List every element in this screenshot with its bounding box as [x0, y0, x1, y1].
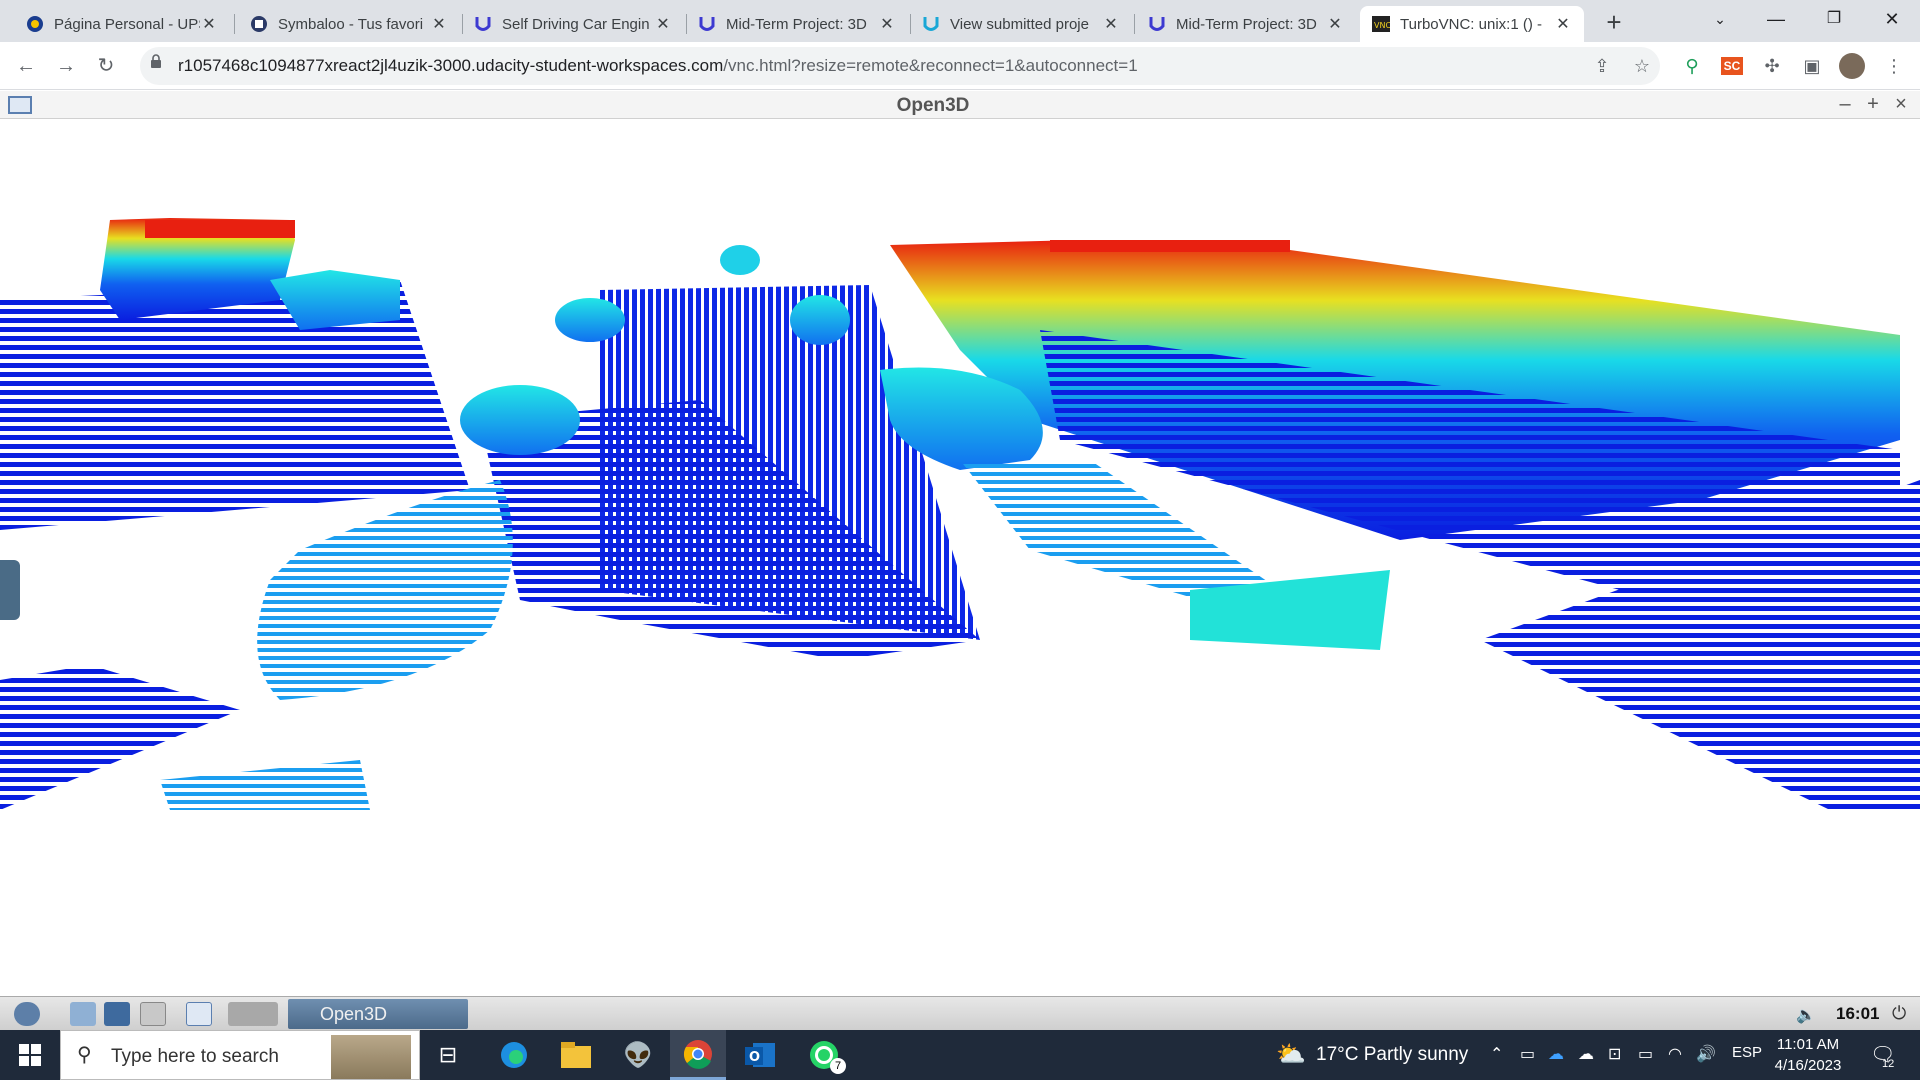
- close-window-button[interactable]: ✕: [1864, 0, 1920, 38]
- tab-self-driving[interactable]: Self Driving Car Engin ✕: [462, 6, 684, 42]
- open3d-titlebar: Open3D – + ×: [0, 91, 1920, 119]
- tab-title: Página Personal - UPS: [54, 15, 200, 33]
- language-indicator[interactable]: ESP: [1732, 1044, 1762, 1061]
- tab-symbaloo[interactable]: Symbaloo - Tus favori ✕: [238, 6, 460, 42]
- onedrive-personal-icon[interactable]: ☁: [1578, 1044, 1594, 1064]
- volume-icon[interactable]: 🔈: [1796, 1005, 1816, 1025]
- udacity-favicon: [474, 15, 492, 33]
- minimize-window-button[interactable]: —: [1748, 0, 1804, 38]
- alienware-icon[interactable]: 👽: [610, 1030, 666, 1080]
- search-icon: ⚲: [77, 1044, 92, 1066]
- new-tab-button[interactable]: +: [1598, 6, 1630, 38]
- wifi-icon[interactable]: ◠: [1668, 1044, 1682, 1064]
- tab-view-submitted[interactable]: View submitted proje ✕: [910, 6, 1132, 42]
- terminal-icon[interactable]: [104, 1002, 130, 1026]
- ups-favicon: [26, 15, 44, 33]
- chrome-icon[interactable]: [670, 1030, 726, 1080]
- edge-icon[interactable]: [486, 1030, 542, 1080]
- close-tab-icon[interactable]: ✕: [1554, 14, 1572, 34]
- o3d-minimize-button[interactable]: –: [1834, 93, 1856, 116]
- weather-partly-sunny-icon[interactable]: ⛅: [1276, 1040, 1306, 1069]
- workspace-1-icon[interactable]: [186, 1002, 212, 1026]
- close-tab-icon[interactable]: ✕: [654, 14, 672, 34]
- tab-search-chevron-icon[interactable]: ⌄: [1692, 0, 1748, 38]
- close-tab-icon[interactable]: ✕: [430, 14, 448, 34]
- svg-text:O: O: [749, 1050, 760, 1065]
- close-tab-icon[interactable]: ✕: [200, 14, 218, 34]
- udacity-favicon: [922, 15, 940, 33]
- svg-text:VNC: VNC: [1374, 21, 1390, 30]
- tab-title: Self Driving Car Engin: [502, 15, 650, 33]
- windows-start-icon[interactable]: [2, 1030, 58, 1080]
- tab-title: Symbaloo - Tus favori: [278, 15, 424, 33]
- vnc-favicon: VNC: [1372, 15, 1390, 33]
- window-list-icon[interactable]: [140, 1002, 166, 1026]
- task-view-icon[interactable]: ⊟: [420, 1030, 476, 1080]
- close-tab-icon[interactable]: ✕: [1102, 14, 1120, 34]
- close-tab-icon[interactable]: ✕: [878, 14, 896, 34]
- outlook-icon[interactable]: O: [732, 1030, 788, 1080]
- speaker-icon[interactable]: 🔊: [1696, 1044, 1716, 1064]
- whatsapp-badge: 7: [830, 1058, 846, 1074]
- o3d-close-button[interactable]: ×: [1890, 93, 1912, 116]
- notification-count: 12: [1882, 1058, 1895, 1070]
- file-explorer-icon[interactable]: [548, 1030, 604, 1080]
- onedrive-icon[interactable]: ☁: [1548, 1044, 1564, 1064]
- tab-midterm-1[interactable]: Mid-Term Project: 3D ✕: [686, 6, 908, 42]
- extensions-puzzle-icon[interactable]: ✣: [1758, 52, 1786, 80]
- share-icon[interactable]: ⇪: [1588, 52, 1616, 80]
- show-desktop-icon[interactable]: [70, 1002, 96, 1026]
- vnc-clock: 16:01: [1836, 1004, 1880, 1023]
- o3d-maximize-button[interactable]: +: [1862, 93, 1884, 116]
- open3d-window-title: Open3D: [896, 95, 970, 116]
- restore-window-button[interactable]: ❐: [1806, 0, 1862, 38]
- sc-extension-icon[interactable]: SC: [1718, 52, 1746, 80]
- lidar-point-cloud: [0, 218, 1920, 810]
- back-button[interactable]: ←: [10, 50, 42, 82]
- menu-kebab-icon[interactable]: ⋮: [1880, 52, 1908, 80]
- reload-button[interactable]: ↻: [90, 50, 122, 82]
- tab-title: TurboVNC: unix:1 () -: [1400, 15, 1542, 33]
- center-road-scanlines: [480, 285, 980, 660]
- power-icon[interactable]: ⏻: [1892, 1003, 1906, 1024]
- weather-text[interactable]: 17°C Partly sunny: [1316, 1044, 1468, 1066]
- url-text[interactable]: r1057468c1094877xreact2jl4uzik-3000.udac…: [178, 56, 1138, 76]
- meet-now-icon[interactable]: ▭: [1520, 1044, 1535, 1064]
- tab-title: View submitted proje: [950, 15, 1089, 33]
- display-settings-icon[interactable]: ⊡: [1608, 1044, 1621, 1064]
- search-placeholder: Type here to search: [111, 1046, 279, 1067]
- system-clock[interactable]: 11:01 AM 4/16/2023: [1768, 1034, 1848, 1076]
- side-panel-handle[interactable]: [0, 560, 20, 620]
- tab-midterm-2[interactable]: Mid-Term Project: 3D ✕: [1136, 6, 1356, 42]
- workspace-2-icon[interactable]: [228, 1002, 278, 1026]
- vnc-desktop-panel: Open3D 🔈 16:01 ⏻: [0, 996, 1920, 1030]
- taskbar-search-box[interactable]: ⚲ Type here to search: [60, 1030, 420, 1080]
- windows-taskbar: ⚲ Type here to search ⊟ 👽 O 7 ⛅ 17°C Par…: [0, 1030, 1920, 1080]
- browser-toolbar: ← → ↻ r1057468c1094877xreact2jl4uzik-300…: [0, 42, 1920, 90]
- side-panel-icon[interactable]: ▣: [1798, 52, 1826, 80]
- point-cloud-viewport[interactable]: [0, 120, 1920, 996]
- left-car-points: [257, 480, 513, 700]
- battery-icon[interactable]: ▭: [1638, 1044, 1653, 1064]
- udacity-favicon: [1148, 15, 1166, 33]
- show-hidden-icons-chevron-icon[interactable]: ⌃: [1490, 1044, 1503, 1064]
- tab-title: Mid-Term Project: 3D: [1176, 15, 1317, 33]
- tab-ups[interactable]: Página Personal - UPS ✕: [14, 6, 230, 42]
- close-tab-icon[interactable]: ✕: [1326, 14, 1344, 34]
- start-menu-icon[interactable]: [14, 1002, 40, 1026]
- udacity-favicon: [698, 15, 716, 33]
- key-extension-icon[interactable]: ⚲: [1678, 52, 1706, 80]
- tab-turbovnc[interactable]: VNC TurboVNC: unix:1 () - ✕: [1360, 6, 1584, 42]
- taskbar-open3d-button[interactable]: Open3D: [288, 999, 468, 1029]
- lock-icon: [151, 54, 161, 68]
- forward-button[interactable]: →: [50, 50, 82, 82]
- browser-tab-strip: Página Personal - UPS ✕ Symbaloo - Tus f…: [0, 0, 1920, 42]
- bookmark-star-icon[interactable]: ☆: [1628, 52, 1656, 80]
- profile-avatar[interactable]: [1838, 52, 1866, 80]
- symbaloo-favicon: [250, 15, 268, 33]
- tab-title: Mid-Term Project: 3D: [726, 15, 867, 33]
- whatsapp-icon[interactable]: 7: [796, 1030, 852, 1080]
- search-highlight-image: [331, 1035, 411, 1079]
